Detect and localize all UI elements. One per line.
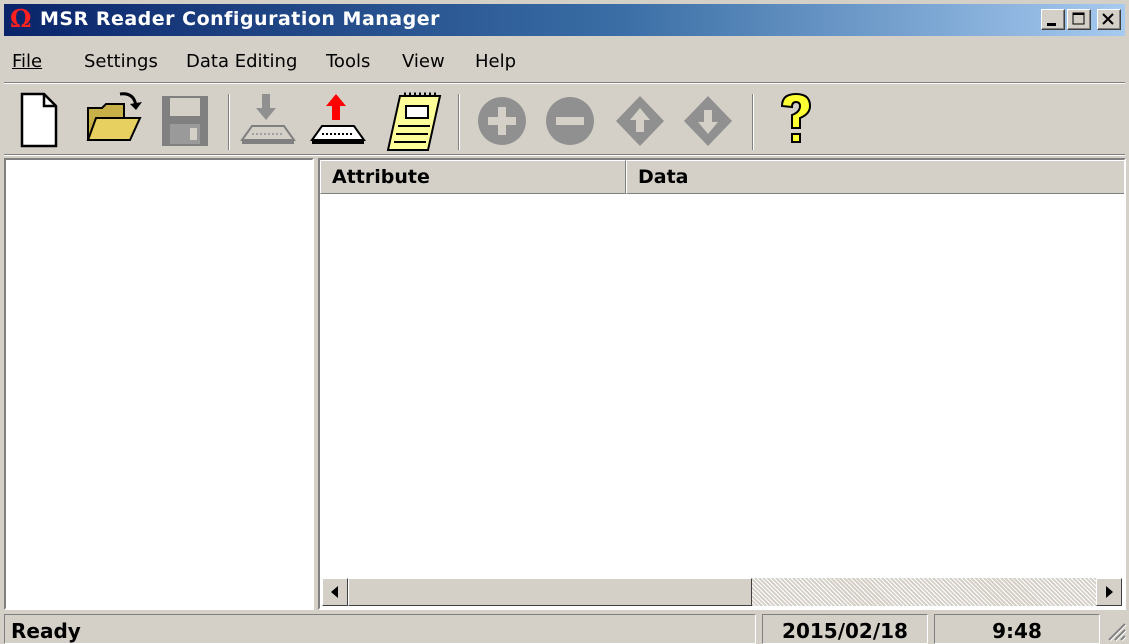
status-time: 9:48 <box>934 614 1100 644</box>
attribute-list[interactable]: Attribute Data <box>318 158 1126 610</box>
status-date: 2015/02/18 <box>762 614 928 644</box>
toolbar-bottom-divider <box>4 154 1125 156</box>
arrow-up-diamond-icon <box>616 96 664 146</box>
menu-help-label: Help <box>475 51 517 72</box>
upload-keyboard-icon <box>310 94 366 144</box>
column-header-attribute[interactable]: Attribute <box>320 160 626 194</box>
save-button[interactable] <box>156 88 216 154</box>
menu-data-editing-label: Data Editing <box>186 51 298 72</box>
open-folder-icon <box>86 92 142 141</box>
menu-bar: File Settings Data Editing Tools View He… <box>0 46 1129 76</box>
status-message: Ready <box>4 614 756 644</box>
move-down-button[interactable] <box>678 88 738 154</box>
horizontal-scrollbar[interactable] <box>322 578 1122 606</box>
open-button[interactable] <box>84 88 144 154</box>
notepad-button[interactable] <box>384 88 444 154</box>
download-button[interactable] <box>238 88 298 154</box>
upload-button[interactable] <box>308 88 368 154</box>
toolbar-separator <box>228 94 230 150</box>
close-button[interactable] <box>1097 9 1121 30</box>
toolbar-top-divider <box>4 82 1125 84</box>
download-keyboard-icon <box>240 94 296 144</box>
status-bar: Ready 2015/02/18 9:48 <box>0 612 1129 644</box>
remove-button[interactable] <box>540 88 600 154</box>
omega-app-icon: Ω <box>10 4 32 33</box>
minimize-button[interactable] <box>1041 9 1065 30</box>
toolbar-separator <box>458 94 460 150</box>
menu-view-label: View <box>402 51 445 72</box>
menu-tools-label: Tools <box>326 51 371 72</box>
arrow-right-icon <box>1106 586 1113 598</box>
toolbar-separator <box>752 94 754 150</box>
plus-circle-icon <box>478 97 526 145</box>
app-window: Ω MSR Reader Configuration Manager File … <box>0 0 1129 644</box>
arrow-down-diamond-icon <box>684 96 732 146</box>
menu-help[interactable]: Help <box>475 51 516 72</box>
new-button[interactable] <box>14 88 74 154</box>
notepad-icon <box>386 92 442 151</box>
tree-pane[interactable] <box>4 158 314 610</box>
maximize-icon <box>1072 12 1085 25</box>
question-mark-icon <box>780 92 812 143</box>
scrollbar-thumb[interactable] <box>348 578 752 606</box>
menu-data-editing[interactable]: Data Editing <box>186 51 297 72</box>
window-title: MSR Reader Configuration Manager <box>40 8 440 30</box>
resize-grip-icon[interactable] <box>1105 620 1127 642</box>
title-bar[interactable]: Ω MSR Reader Configuration Manager <box>4 4 1125 36</box>
menu-tools[interactable]: Tools <box>326 51 370 72</box>
scroll-right-button[interactable] <box>1096 578 1122 606</box>
maximize-button[interactable] <box>1067 9 1091 30</box>
floppy-disk-icon <box>162 96 208 146</box>
menu-file[interactable]: File <box>12 51 42 72</box>
menu-file-label: File <box>12 51 43 72</box>
minimize-icon <box>1047 23 1056 26</box>
add-button[interactable] <box>472 88 532 154</box>
new-document-icon <box>20 92 58 148</box>
scroll-left-button[interactable] <box>322 578 348 606</box>
menu-settings[interactable]: Settings <box>84 51 158 72</box>
help-button[interactable] <box>766 88 826 154</box>
menu-view[interactable]: View <box>402 51 445 72</box>
move-up-button[interactable] <box>610 88 670 154</box>
column-header-data[interactable]: Data <box>626 160 1124 194</box>
toolbar <box>0 88 1129 158</box>
minus-circle-icon <box>546 97 594 145</box>
arrow-left-icon <box>331 586 338 598</box>
close-icon <box>1102 13 1114 25</box>
menu-settings-label: Settings <box>84 51 158 72</box>
